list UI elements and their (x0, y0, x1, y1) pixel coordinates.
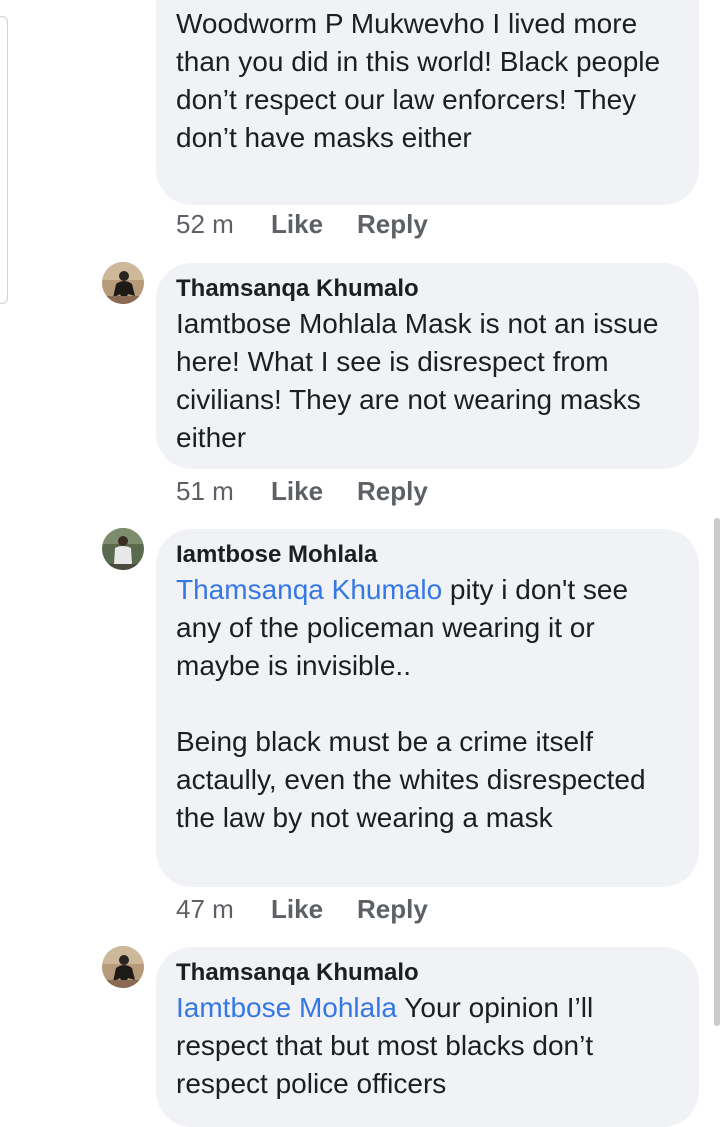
avatar-image (102, 528, 144, 570)
mention-link[interactable]: Iamtbose Mohlala (176, 992, 397, 1023)
comment-text: Thamsanqa Khumalo pity i don't see any o… (176, 571, 679, 837)
comment-text: Woodworm P Mukwevho I lived more than yo… (176, 8, 668, 153)
reply-button[interactable]: Reply (357, 474, 428, 508)
comment-bubble: Iamtbose Mohlala Thamsanqa Khumalo pity … (156, 529, 699, 887)
comment-actions: 47 m Like Reply (176, 892, 428, 926)
comment-bubble: Thamsanqa Khumalo Iamtbose Mohlala Your … (156, 947, 699, 1127)
comment-actions: 52 m Like Reply (176, 207, 428, 241)
avatar[interactable] (102, 528, 144, 570)
comment-bubble: Thamsanqa Khumalo Iamtbose Mohlala Mask … (156, 263, 699, 469)
comment-body: pity i don't see any of the policeman we… (176, 574, 646, 833)
scrollbar[interactable] (714, 518, 720, 1026)
avatar-image (102, 946, 144, 988)
mention-link[interactable]: Thamsanqa Khumalo (176, 574, 442, 605)
comment-text: Iamtbose Mohlala Your opinion I’ll respe… (176, 989, 679, 1103)
avatar[interactable] (102, 262, 144, 304)
comment-actions: 51 m Like Reply (176, 474, 428, 508)
like-button[interactable]: Like (271, 474, 357, 508)
reply-button[interactable]: Reply (357, 892, 428, 926)
comment-bubble: Woodworm P Mukwevho I lived more than yo… (156, 0, 699, 205)
comment-time: 52 m (176, 209, 234, 239)
like-button[interactable]: Like (271, 892, 357, 926)
avatar[interactable] (102, 946, 144, 988)
like-button[interactable]: Like (271, 207, 357, 241)
comment-text: Iamtbose Mohlala Mask is not an issue he… (176, 308, 667, 453)
reply-button[interactable]: Reply (357, 207, 428, 241)
comment-time: 47 m (176, 894, 234, 924)
comment-author[interactable]: Thamsanqa Khumalo (176, 273, 679, 305)
comment-author[interactable]: Thamsanqa Khumalo (176, 957, 679, 989)
thread-line (0, 16, 8, 304)
comment-author[interactable]: Iamtbose Mohlala (176, 539, 679, 571)
comment-time: 51 m (176, 476, 234, 506)
avatar-image (102, 262, 144, 304)
